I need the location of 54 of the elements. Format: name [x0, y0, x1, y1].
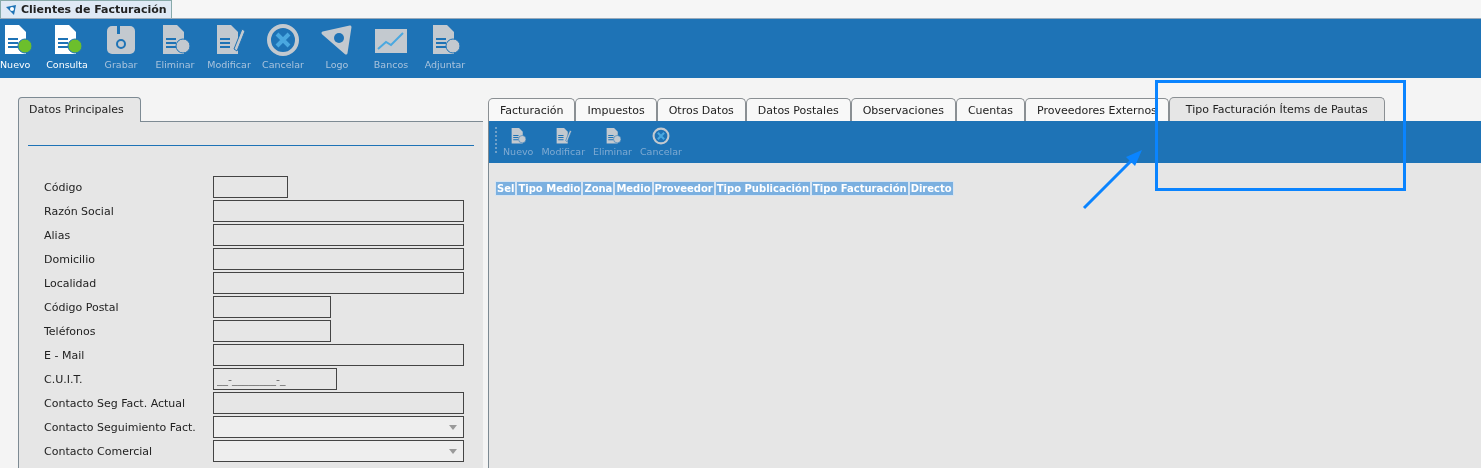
field-label: Alias: [44, 228, 72, 242]
input-field[interactable]: [213, 200, 464, 222]
window-tab[interactable]: Clientes de Facturación: [0, 0, 172, 18]
cancel-icon: [651, 127, 670, 145]
field-label: E - Mail: [44, 348, 86, 362]
input-field[interactable]: [213, 344, 464, 366]
input-field[interactable]: [213, 392, 464, 414]
input-field[interactable]: [213, 320, 331, 342]
field-label: Código: [44, 180, 84, 194]
column-header[interactable]: Proveedor: [652, 181, 715, 196]
input-field[interactable]: [213, 224, 464, 246]
input-field[interactable]: [213, 296, 331, 318]
dropdown-caret-icon: [449, 424, 457, 430]
panel-tab[interactable]: Datos Principales: [18, 97, 141, 122]
input-field[interactable]: [213, 248, 464, 270]
dropdown-field[interactable]: [213, 440, 464, 462]
tab[interactable]: Impuestos: [575, 98, 657, 121]
tab[interactable]: Otros Datos: [656, 98, 746, 121]
tab[interactable]: Tipo Facturación Ítems de Pautas: [1168, 97, 1385, 121]
field-label: Contacto Seguimiento Fact.: [44, 420, 197, 434]
tab[interactable]: Cuentas: [955, 98, 1026, 121]
toolbar-button[interactable]: Nuevo: [0, 19, 40, 78]
column-header[interactable]: Tipo Medio: [516, 181, 583, 196]
column-header[interactable]: Medio: [614, 181, 653, 196]
tab[interactable]: Observaciones: [850, 98, 956, 121]
column-header[interactable]: Zona: [582, 181, 615, 196]
tab[interactable]: Proveedores Externos: [1025, 98, 1169, 121]
field-label: Teléfonos: [44, 324, 97, 338]
column-header[interactable]: Tipo Publicación: [714, 181, 811, 196]
field-label: Contacto Comercial: [44, 444, 154, 458]
dropdown-field[interactable]: [213, 416, 464, 438]
cancel-icon: [266, 23, 300, 57]
column-header[interactable]: Sel: [495, 181, 517, 196]
toolbar-button[interactable]: Consulta: [40, 19, 94, 78]
document-icon: [509, 127, 528, 145]
tab[interactable]: Facturación: [488, 98, 576, 121]
field-label: Contacto Seg Fact. Actual: [44, 396, 187, 410]
field-label: Razón Social: [44, 204, 115, 218]
field-label: Código Postal: [44, 300, 120, 314]
field-label: Localidad: [44, 276, 98, 290]
field-label: Domicilio: [44, 252, 96, 266]
window-title: Clientes de Facturación: [21, 3, 167, 16]
input-field[interactable]: [213, 176, 288, 198]
input-field[interactable]: [213, 272, 464, 294]
tab[interactable]: Datos Postales: [745, 98, 851, 121]
column-header[interactable]: Tipo Facturación: [811, 181, 909, 196]
pointer-arrow: [1082, 148, 1144, 210]
column-header[interactable]: Directo: [908, 181, 954, 196]
document-pencil-icon: [554, 127, 573, 145]
dropdown-caret-icon: [449, 448, 457, 454]
input-field[interactable]: __-________-_: [213, 368, 337, 390]
app-logo-icon: [5, 3, 17, 16]
triangle-logo-icon: [320, 23, 354, 57]
field-label: C.U.I.T.: [44, 372, 84, 386]
